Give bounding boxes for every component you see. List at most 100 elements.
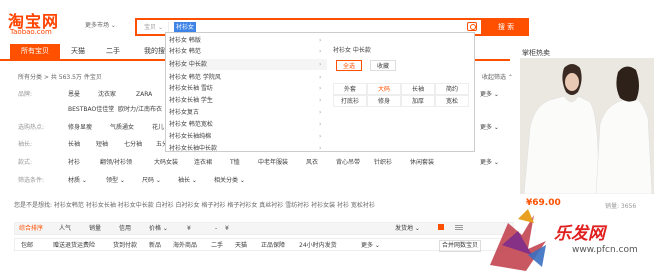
suggestion-item[interactable]: 衬衫女 韩范 学院风 › (169, 72, 327, 83)
camera-icon[interactable] (467, 22, 477, 31)
chevron-right-icon: › (319, 97, 322, 104)
filter-row-conditions: 筛选条件: 材质 ⌄ 领型 ⌄ 尺码 ⌄ 袖长 ⌄ 相关分类 ⌄ (18, 174, 498, 188)
suggestion-item[interactable]: 衬衫女长袖纯棉 › (169, 131, 327, 142)
attribute-option[interactable]: 长袖 (401, 83, 435, 95)
sort-credit[interactable]: 信用 (119, 223, 131, 234)
filter-value[interactable]: 气质通女 (110, 121, 134, 135)
filter-dropdown[interactable]: 材质 ⌄ (68, 174, 87, 188)
tab-tmall[interactable]: 天猫 (68, 44, 88, 59)
check-more[interactable]: 更多 ⌄ (361, 239, 380, 252)
collapse-filter[interactable]: 收起筛选 ⌃ (482, 72, 513, 81)
suggestion-detail-title: 衬衫女 中长款 (333, 47, 371, 54)
filter-value[interactable]: 中老年服装 (258, 156, 288, 170)
attribute-option[interactable]: 打底衫 (333, 95, 367, 107)
check-return-insurance[interactable]: 赠送退货运费险 (53, 239, 95, 252)
checkbox-filters: 包邮 赠送退货运费险 货到付款 新品 海外商品 二手 天猫 正品保障 24小时内… (14, 238, 514, 252)
search-button[interactable]: 搜 索 (483, 18, 529, 36)
select-all-button[interactable]: 全选 (336, 60, 362, 71)
product-image[interactable] (520, 58, 654, 194)
suggestion-item[interactable]: 衬衫女 韩范 › (169, 46, 327, 57)
filter-value[interactable]: 翻领/衬衫领 (100, 156, 132, 170)
filter-label: 筛选条件: (18, 177, 45, 184)
check-cod[interactable]: 货到付款 (113, 239, 137, 252)
price-max-input[interactable]: ¥ (225, 223, 229, 234)
suggestion-item-active[interactable]: 衬衫女 中长款 › (169, 59, 327, 70)
attribute-option[interactable]: 宽松 (435, 95, 469, 107)
filter-value[interactable]: 连衣裙 (194, 156, 212, 170)
sort-default[interactable]: 综合排序 (19, 223, 43, 234)
filter-value[interactable]: 短袖 (96, 138, 108, 152)
filter-value[interactable]: 沈衣家 (98, 88, 116, 102)
suggestion-item[interactable]: 衬衫女长袖 雪纺 › (169, 83, 327, 94)
filter-dropdown[interactable]: 袖长 ⌄ (178, 174, 197, 188)
suggestion-item[interactable]: 衬衫女 韩范宽松 › (169, 119, 327, 130)
check-secondhand[interactable]: 二手 (211, 239, 223, 252)
filter-value[interactable]: 背心吊带 (336, 156, 360, 170)
suggestion-item[interactable]: 衬衫女长袖中长款 › (169, 143, 327, 154)
filter-value[interactable]: 恩曼 (68, 88, 80, 102)
chevron-right-icon: › (319, 74, 322, 81)
filter-value[interactable]: 针织衫 (374, 156, 392, 170)
price-separator: - (215, 225, 218, 232)
search-suggestions: 衬衫女 韩版 › 衬衫女 韩范 › 衬衫女 中长款 › 衬衫女 韩范 学院风 › 衬衫女… (165, 32, 475, 152)
watermark-url: www.pfcn.com (572, 245, 638, 255)
chevron-right-icon: › (319, 37, 322, 44)
merge-shops-button[interactable]: 合并网数宝贝 (439, 240, 482, 252)
ship-from[interactable]: 发货地 ⌄ (395, 223, 420, 234)
attribute-option[interactable]: 外套 (333, 83, 367, 95)
list-view-icon[interactable] (455, 225, 463, 226)
grid-view-icon[interactable] (438, 224, 444, 230)
check-new[interactable]: 新品 (149, 239, 161, 252)
attribute-option[interactable]: 大码 (367, 83, 401, 95)
filter-value[interactable]: 七分袖 (124, 138, 142, 152)
market-dropdown[interactable]: 更多市场 ⌄ (85, 20, 116, 29)
related-searches[interactable]: 您是不是想找: 衬衫女韩范 衬衫女长袖 衬衫女中长款 白衬衫 白衬衫女 格子衬衫… (14, 200, 519, 212)
filter-dropdown[interactable]: 相关分类 ⌄ (214, 174, 245, 188)
check-overseas[interactable]: 海外商品 (173, 239, 197, 252)
filter-value[interactable]: 长袖 (68, 138, 80, 152)
shop-hot-title: 掌柜热卖 (522, 49, 550, 57)
sort-price[interactable]: 价格 ⌄ (149, 223, 168, 234)
suggestion-item[interactable]: 衬衫女复古 › (169, 107, 327, 118)
filter-label: 选购热点: (18, 124, 45, 131)
chevron-right-icon: › (319, 133, 322, 140)
filter-dropdown[interactable]: 尺码 ⌄ (142, 174, 161, 188)
attribute-option[interactable]: 简约 (435, 83, 469, 95)
filter-value[interactable]: T恤 (230, 156, 240, 170)
check-tmall[interactable]: 天猫 (235, 239, 247, 252)
sort-sales[interactable]: 销量 (89, 223, 101, 234)
filter-value[interactable]: ZARA (136, 88, 152, 102)
filter-value[interactable]: 欧时力/江南布衣 (118, 103, 162, 117)
check-free-shipping[interactable]: 包邮 (21, 239, 33, 252)
check-24h[interactable]: 24小时内发货 (299, 239, 337, 252)
more-button[interactable]: 更多 ⌄ (480, 88, 499, 102)
filter-value[interactable]: 花儿 (152, 121, 164, 135)
sort-popularity[interactable]: 人气 (59, 223, 71, 234)
filter-value[interactable]: 修身显瘦 (68, 121, 92, 135)
tab-secondhand[interactable]: 二手 (102, 44, 124, 59)
watermark: 乐发网 www.pfcn.com (488, 205, 657, 273)
attribute-option[interactable]: 修身 (367, 95, 401, 107)
filter-value[interactable]: BESTBAO佳佳堂 (68, 103, 114, 117)
filter-value[interactable]: 休闲套装 (410, 156, 434, 170)
filter-value[interactable]: 风衣 (306, 156, 318, 170)
chevron-right-icon: › (319, 61, 322, 68)
suggestion-item[interactable]: 衬衫女长袖 学生 › (169, 95, 327, 106)
filter-value[interactable]: 大码女装 (154, 156, 178, 170)
logo-subtitle: Taobao.com (10, 28, 52, 36)
price-min-input[interactable]: ¥ (187, 223, 191, 234)
suggestion-item[interactable]: 衬衫女 韩版 › (169, 35, 327, 46)
attribute-option[interactable]: 加厚 (401, 95, 435, 107)
tab-all[interactable]: 所有宝贝 (10, 44, 60, 59)
collapse-button[interactable]: 收藏 (370, 60, 396, 71)
filter-dropdown[interactable]: 领型 ⌄ (106, 174, 125, 188)
filter-label: 品牌: (18, 91, 33, 98)
taobao-logo[interactable]: 淘宝网 Taobao.com (8, 8, 68, 38)
chevron-right-icon: › (319, 109, 322, 116)
watermark-text: 乐发网 (554, 224, 605, 244)
filter-value[interactable]: 衬衫 (68, 156, 80, 170)
check-genuine[interactable]: 正品保障 (261, 239, 285, 252)
more-button[interactable]: 更多 ⌄ (480, 156, 499, 170)
filter-row-style: 款式: 衬衫 翻领/衬衫领 大码女装 连衣裙 T恤 中老年服装 风衣 背心吊带 … (18, 156, 499, 170)
more-button[interactable]: 更多 ⌄ (480, 121, 499, 135)
